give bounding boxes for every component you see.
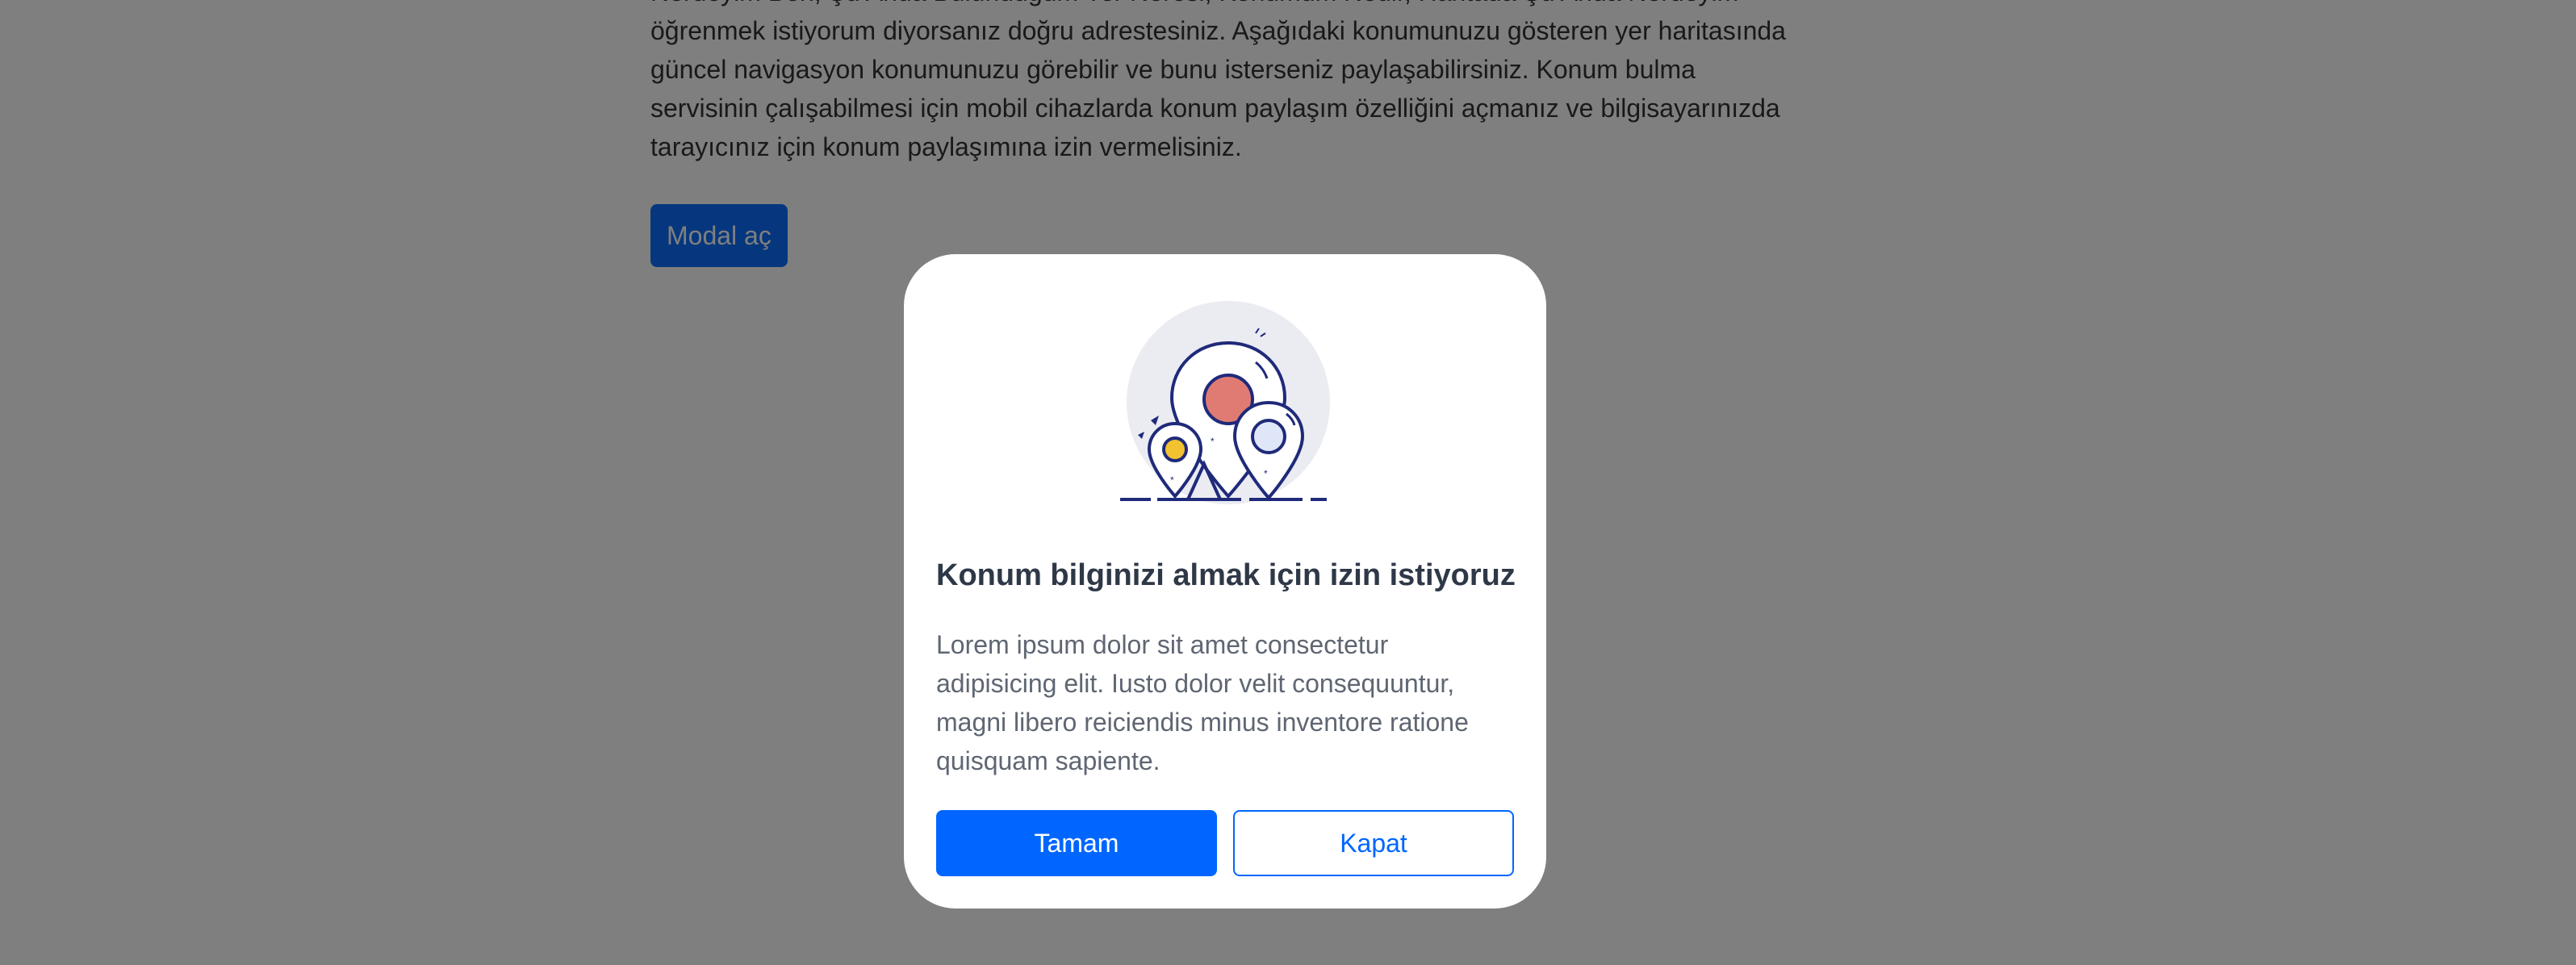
modal-title: Konum bilginizi almak için izin istiyoru… xyxy=(936,558,1516,592)
modal-description-line: quisquam sapiente. xyxy=(936,746,1160,775)
svg-text:*: * xyxy=(1264,468,1268,479)
svg-text:*: * xyxy=(1211,436,1215,447)
modal-description: Lorem ipsum dolor sit amet consectetur a… xyxy=(936,625,1501,780)
modal-description-line: magni libero reiciendis minus inventore … xyxy=(936,708,1469,737)
map-pins-icon: * * * xyxy=(1120,301,1330,504)
svg-text:*: * xyxy=(1170,474,1174,486)
close-button[interactable]: Kapat xyxy=(1233,810,1514,876)
location-permission-modal: * * * Konum bilginizi almak için izin is… xyxy=(904,254,1546,909)
modal-description-line: Lorem ipsum dolor sit amet consectetur xyxy=(936,630,1389,659)
ok-button[interactable]: Tamam xyxy=(936,810,1217,876)
modal-description-line: adipisicing elit. Iusto dolor velit cons… xyxy=(936,669,1455,698)
